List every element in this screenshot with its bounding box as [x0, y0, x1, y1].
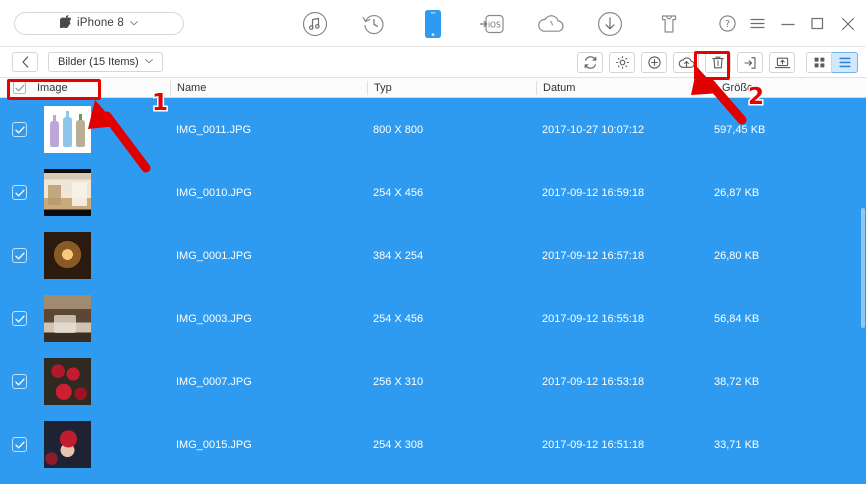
close-button[interactable]: [838, 14, 857, 33]
cell-groesse: 56,84 KB: [714, 312, 760, 325]
app-window: iPhone 8 iOS ? Bilder (15 Items) Image N…: [0, 0, 866, 504]
cell-datum: 2017-09-12 16:51:18: [542, 438, 645, 451]
table-header: Image Name Typ Datum Größe: [0, 78, 866, 98]
import-to-computer-button[interactable]: [769, 52, 795, 73]
device-selector-button[interactable]: iPhone 8: [14, 11, 184, 35]
annotation-marker-1: 1: [150, 90, 169, 116]
view-mode-group: [806, 52, 858, 73]
maximize-button[interactable]: [808, 14, 827, 33]
cloud-icon[interactable]: [536, 9, 566, 39]
row-thumbnail[interactable]: [44, 106, 91, 153]
cell-name: IMG_0007.JPG: [176, 375, 252, 388]
column-divider[interactable]: [715, 81, 716, 95]
cell-name: IMG_0003.JPG: [176, 312, 252, 325]
download-icon[interactable]: [595, 9, 625, 39]
row-thumbnail[interactable]: [44, 169, 91, 216]
column-divider[interactable]: [536, 81, 537, 95]
device-name-label: iPhone 8: [77, 17, 124, 29]
cell-typ: 256 X 310: [373, 375, 424, 388]
svg-text:?: ?: [725, 19, 730, 30]
annotation-number-1: 1: [150, 90, 169, 116]
cell-datum: 2017-09-12 16:59:18: [542, 186, 645, 199]
cell-typ: 254 X 456: [373, 312, 424, 325]
row-thumbnail[interactable]: [44, 232, 91, 279]
ios-transfer-icon[interactable]: iOS: [477, 9, 507, 39]
device-phone-icon[interactable]: [418, 9, 448, 39]
column-header-datum[interactable]: Datum: [543, 78, 575, 98]
row-checkbox[interactable]: [12, 437, 27, 452]
add-button[interactable]: [641, 52, 667, 73]
cell-datum: 2017-09-12 16:55:18: [542, 312, 645, 325]
export-button[interactable]: [737, 52, 763, 73]
cell-typ: 800 X 800: [373, 123, 424, 136]
settings-gear-button[interactable]: [609, 52, 635, 73]
table-row[interactable]: IMG_0011.JPG 800 X 800 2017-10-27 10:07:…: [0, 98, 866, 161]
annotation-marker-2: 2: [746, 84, 765, 110]
annotation-number-2: 2: [746, 84, 765, 110]
svg-text:iOS: iOS: [488, 20, 501, 29]
top-toolbar: iPhone 8 iOS ?: [0, 0, 866, 47]
row-checkbox[interactable]: [12, 185, 27, 200]
history-restore-icon[interactable]: [359, 9, 389, 39]
cell-groesse: 38,72 KB: [714, 375, 760, 388]
apple-logo-icon: [58, 14, 72, 30]
vertical-scrollbar[interactable]: [860, 98, 866, 484]
cell-typ: 384 X 254: [373, 249, 424, 262]
table-row[interactable]: IMG_0001.JPG 384 X 254 2017-09-12 16:57:…: [0, 224, 866, 287]
cell-name: IMG_0011.JPG: [176, 123, 251, 136]
row-thumbnail[interactable]: [44, 295, 91, 342]
menu-button[interactable]: [748, 14, 767, 33]
file-list[interactable]: IMG_0011.JPG 800 X 800 2017-10-27 10:07:…: [0, 98, 866, 484]
cell-datum: 2017-09-12 16:57:18: [542, 249, 645, 262]
grid-view-button[interactable]: [806, 52, 832, 73]
cell-datum: 2017-09-12 16:53:18: [542, 375, 645, 388]
minimize-button[interactable]: [778, 14, 797, 33]
row-checkbox[interactable]: [12, 374, 27, 389]
table-row[interactable]: IMG_0015.JPG 254 X 308 2017-09-12 16:51:…: [0, 413, 866, 476]
top-toolbar-icons: iOS: [300, 0, 684, 47]
music-icon[interactable]: [300, 9, 330, 39]
row-checkbox[interactable]: [12, 248, 27, 263]
row-thumbnail[interactable]: [44, 421, 91, 468]
row-checkbox[interactable]: [12, 311, 27, 326]
scrollbar-thumb[interactable]: [861, 208, 865, 328]
back-button[interactable]: [12, 52, 38, 72]
annotation-box-delete-button: [694, 51, 730, 80]
cell-groesse: 26,80 KB: [714, 249, 760, 262]
row-checkbox[interactable]: [12, 122, 27, 137]
cell-typ: 254 X 308: [373, 438, 424, 451]
cell-groesse: 33,71 KB: [714, 438, 760, 451]
cell-groesse: 597,45 KB: [714, 123, 766, 136]
table-row[interactable]: IMG_0007.JPG 256 X 310 2017-09-12 16:53:…: [0, 350, 866, 413]
cell-typ: 254 X 456: [373, 186, 424, 199]
chevron-down-icon: [144, 58, 153, 66]
column-divider[interactable]: [170, 81, 171, 95]
table-row[interactable]: [0, 476, 866, 484]
annotation-box-image-header: [7, 79, 101, 100]
list-view-button[interactable]: [832, 52, 858, 73]
toolbox-icon[interactable]: [654, 9, 684, 39]
refresh-button[interactable]: [577, 52, 603, 73]
table-row[interactable]: IMG_0010.JPG 254 X 456 2017-09-12 16:59:…: [0, 161, 866, 224]
cell-groesse: 26,87 KB: [714, 186, 760, 199]
column-header-typ[interactable]: Typ: [374, 78, 392, 98]
chevron-down-icon: [130, 19, 138, 28]
sub-toolbar: Bilder (15 Items): [0, 47, 866, 78]
cell-name: IMG_0001.JPG: [176, 249, 252, 262]
table-row[interactable]: IMG_0003.JPG 254 X 456 2017-09-12 16:55:…: [0, 287, 866, 350]
cell-name: IMG_0010.JPG: [176, 186, 252, 199]
column-divider[interactable]: [367, 81, 368, 95]
breadcrumb[interactable]: Bilder (15 Items): [48, 52, 163, 72]
column-header-name[interactable]: Name: [177, 78, 206, 98]
cell-datum: 2017-10-27 10:07:12: [542, 123, 645, 136]
breadcrumb-label: Bilder (15 Items): [58, 56, 139, 68]
help-button[interactable]: ?: [718, 14, 737, 33]
window-controls: ?: [718, 0, 857, 47]
cell-name: IMG_0015.JPG: [176, 438, 252, 451]
row-thumbnail[interactable]: [44, 358, 91, 405]
